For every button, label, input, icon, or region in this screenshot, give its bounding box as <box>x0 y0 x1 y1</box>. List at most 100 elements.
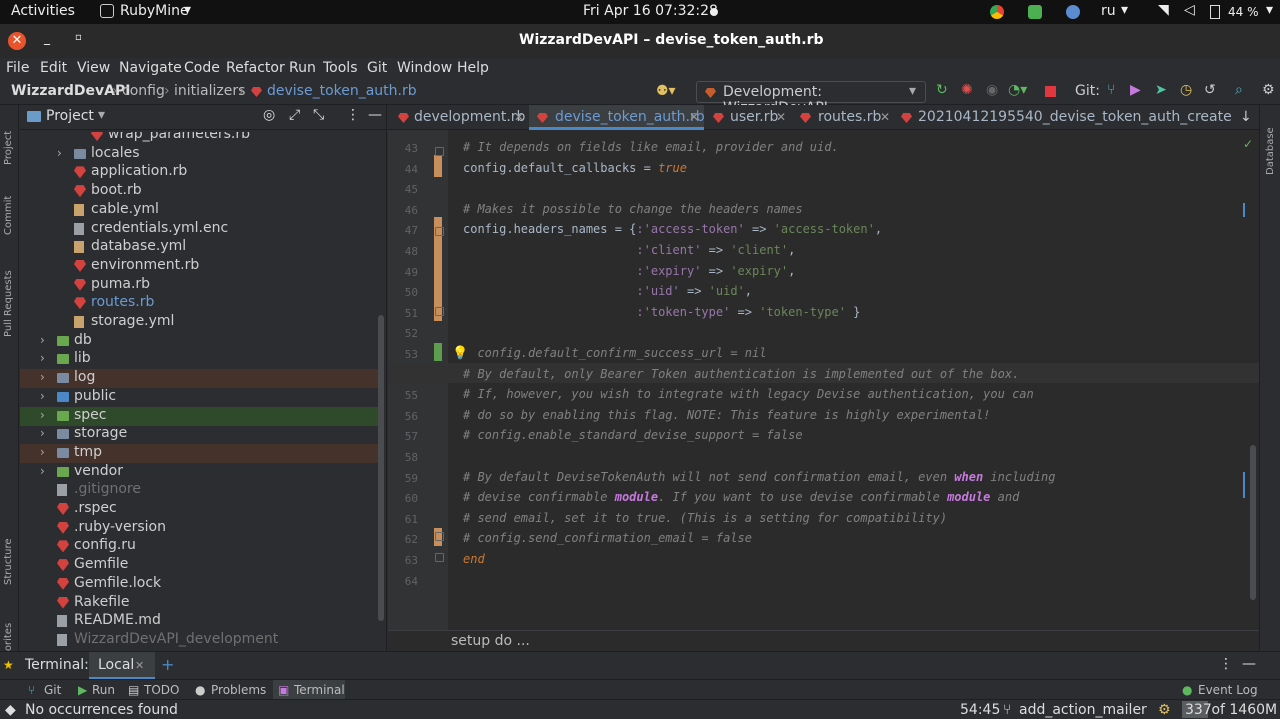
rerun-icon[interactable]: ↻ <box>936 82 948 98</box>
tree-item[interactable]: › storage <box>20 425 380 444</box>
tab-development-rb[interactable]: development.rb ✕ <box>396 105 526 130</box>
tree-item[interactable]: › public <box>20 388 380 407</box>
tree-item[interactable]: database.yml <box>20 238 380 257</box>
tree-item[interactable]: cable.yml <box>20 201 380 220</box>
chevron-right-icon[interactable]: › <box>57 146 62 160</box>
project-tool-tab[interactable]: Project <box>3 131 14 165</box>
tab-migration-rb[interactable]: 20210412195540_devise_token_auth_create_… <box>896 105 1231 130</box>
tree-item[interactable]: Gemfile.lock <box>20 575 380 594</box>
git-push-icon[interactable]: ➤ <box>1155 82 1167 98</box>
minimize-window-button[interactable]: _ <box>44 31 50 45</box>
close-window-button[interactable]: ✕ <box>8 32 26 50</box>
menu-edit[interactable]: Edit <box>40 60 67 76</box>
terminal-tool-button[interactable]: ▣ Terminal <box>273 680 345 700</box>
keyboard-layout[interactable]: ru <box>1101 3 1116 19</box>
tree-item[interactable]: credentials.yml.enc <box>20 220 380 239</box>
run-coverage-icon[interactable]: ◉ <box>986 82 998 98</box>
project-scrollbar[interactable] <box>378 315 384 621</box>
wifi-icon[interactable]: ◥ <box>1158 2 1169 18</box>
more-options-icon[interactable]: ⋮ <box>1219 656 1233 672</box>
editor-breadcrumb[interactable]: setup do ... <box>451 633 530 649</box>
vcs-added-marker[interactable] <box>434 343 442 361</box>
menu-file[interactable]: File <box>6 60 29 76</box>
tree-item[interactable]: .rspec <box>20 500 380 519</box>
chevron-right-icon[interactable]: › <box>40 351 45 365</box>
chevron-right-icon[interactable]: › <box>40 408 45 422</box>
tree-item[interactable]: puma.rb <box>20 276 380 295</box>
tab-user-rb[interactable]: user.rb ✕ <box>708 105 788 130</box>
tree-item[interactable]: wrap_parameters.rb <box>20 132 380 145</box>
tree-item[interactable]: Gemfile <box>20 556 380 575</box>
tree-item[interactable]: WizzardDevAPI_development <box>20 631 380 650</box>
tree-item[interactable]: › db <box>20 332 380 351</box>
rollback-icon[interactable]: ↺ <box>1204 82 1216 98</box>
close-tab-icon[interactable]: ✕ <box>880 110 890 124</box>
app-menu[interactable]: RubyMine <box>120 3 189 19</box>
inspector-icon[interactable]: ⚙ <box>1158 702 1171 718</box>
chrome-icon[interactable] <box>990 5 1004 19</box>
breadcrumb-file[interactable]: devise_token_auth.rb <box>267 83 417 99</box>
chevron-right-icon[interactable]: › <box>40 426 45 440</box>
commit-tool-tab[interactable]: Commit <box>3 196 14 235</box>
terminal-tab-local[interactable]: Local ✕ <box>89 652 155 679</box>
profile-icon[interactable]: ◔▾ <box>1008 82 1027 98</box>
chevron-right-icon[interactable]: › <box>40 389 45 403</box>
database-tool-tab[interactable]: Database <box>1265 127 1276 175</box>
menu-refactor[interactable]: Refactor <box>226 60 285 76</box>
menu-git[interactable]: Git <box>367 60 387 76</box>
event-log-button[interactable]: Event Log <box>1198 683 1258 697</box>
vcs-change-marker[interactable] <box>434 155 442 177</box>
tree-item[interactable]: › lib <box>20 350 380 369</box>
editor-scrollbar[interactable] <box>1250 445 1256 600</box>
tabs-dropdown-icon[interactable]: ↓ <box>1240 109 1252 125</box>
chevron-right-icon[interactable]: › <box>40 333 45 347</box>
activities-button[interactable]: Activities <box>11 3 75 19</box>
tab-devise-token-auth-rb[interactable]: devise_token_auth.rb ✕ <box>529 105 705 130</box>
tree-item[interactable]: storage.yml <box>20 313 380 332</box>
menu-help[interactable]: Help <box>457 60 489 76</box>
run-configuration-select[interactable]: Development: WizzardDevAPI ▾ <box>696 81 926 116</box>
tree-item[interactable]: › spec <box>20 406 380 426</box>
history-icon[interactable]: ◷ <box>1180 82 1192 98</box>
menu-view[interactable]: View <box>77 60 110 76</box>
cursor-position[interactable]: 54:45 <box>960 702 1000 718</box>
git-update-icon[interactable]: ⑂ <box>1107 82 1115 98</box>
users-icon[interactable]: ⚉▾ <box>656 83 676 99</box>
tree-item[interactable]: README.md <box>20 612 380 631</box>
tree-item[interactable]: .gitignore <box>20 481 380 500</box>
tab-routes-rb[interactable]: routes.rb ✕ <box>793 105 890 130</box>
expand-icon[interactable]: ⤢ <box>289 107 300 123</box>
fold-marker[interactable] <box>435 307 444 316</box>
fold-marker[interactable] <box>435 532 444 541</box>
menu-tools[interactable]: Tools <box>323 60 358 76</box>
code-editor[interactable]: 4344454647484950515253545556575859606162… <box>388 130 1259 630</box>
clock[interactable]: Fri Apr 16 07:32:28 <box>583 3 718 19</box>
todo-tool-button[interactable]: TODO <box>144 683 179 697</box>
collapse-icon[interactable]: ◆ <box>5 702 16 718</box>
tree-item[interactable]: routes.rb <box>20 294 380 313</box>
menu-window[interactable]: Window <box>397 60 452 76</box>
menu-navigate[interactable]: Navigate <box>119 60 182 76</box>
run-tool-button[interactable]: Run <box>92 683 115 697</box>
chevron-right-icon[interactable]: › <box>40 445 45 459</box>
tree-item[interactable]: › vendor <box>20 463 380 482</box>
tree-item[interactable]: Rakefile <box>20 594 380 613</box>
search-icon[interactable]: ⌕ <box>1235 82 1243 98</box>
locate-icon[interactable]: ◎ <box>263 107 275 123</box>
more-options-icon[interactable]: ⋮ <box>346 107 360 123</box>
tree-item[interactable]: › locales <box>20 145 380 164</box>
tree-item[interactable]: › tmp <box>20 443 380 463</box>
battery-icon[interactable] <box>1210 5 1220 19</box>
maximize-window-button[interactable]: ▫ <box>75 32 82 43</box>
breadcrumb-config[interactable]: config <box>122 83 165 99</box>
globe-icon[interactable] <box>1066 5 1080 19</box>
menu-code[interactable]: Code <box>184 60 220 76</box>
check-icon[interactable] <box>1028 5 1042 19</box>
tree-item[interactable]: application.rb <box>20 163 380 182</box>
close-tab-icon[interactable]: ✕ <box>689 110 699 124</box>
close-tab-icon[interactable]: ✕ <box>135 659 144 672</box>
hide-panel-icon[interactable]: — <box>368 107 382 123</box>
project-view-select[interactable]: Project <box>46 108 94 124</box>
collapse-icon[interactable]: ⤡ <box>313 107 324 123</box>
settings-icon[interactable]: ⚙ <box>1262 82 1275 98</box>
